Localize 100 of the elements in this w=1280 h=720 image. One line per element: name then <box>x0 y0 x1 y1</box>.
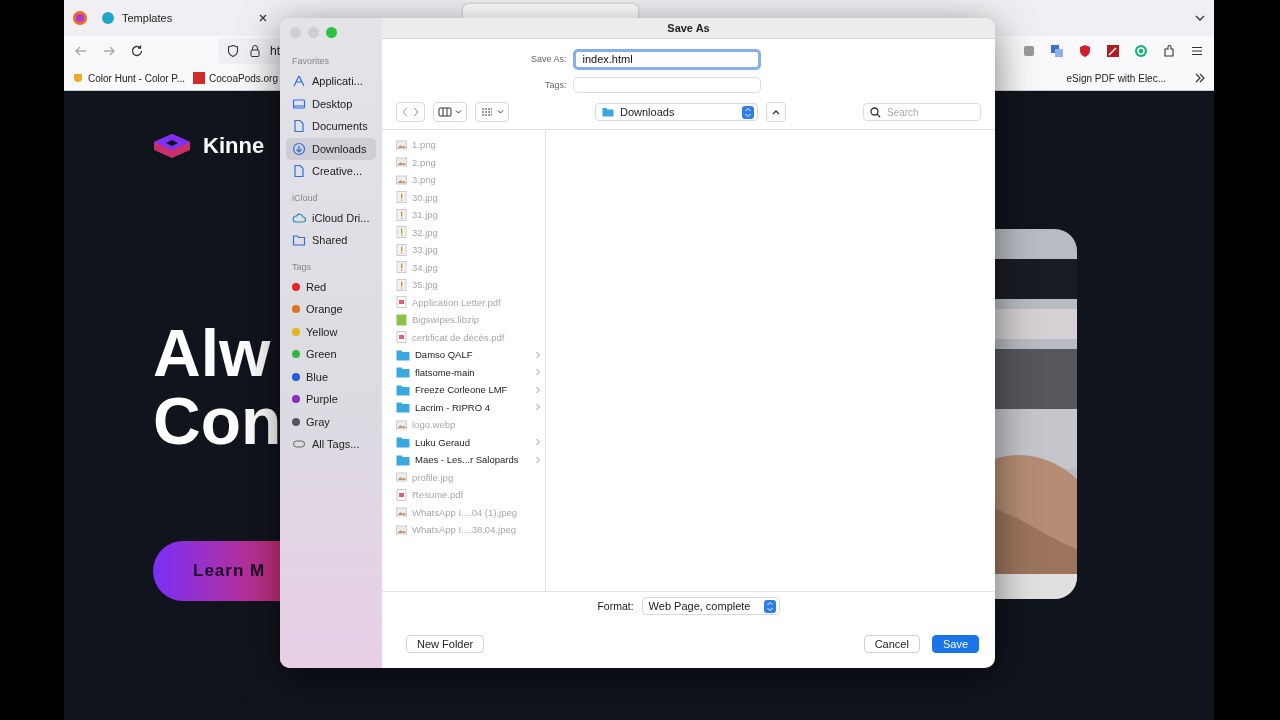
bookmark[interactable]: Color Hunt - Color P... <box>72 72 186 84</box>
download-icon <box>292 141 306 156</box>
warning-file-icon <box>396 278 407 291</box>
browser-logo-icon <box>72 10 88 26</box>
warning-file-icon <box>396 191 407 204</box>
file-row[interactable]: Freeze Corleone LMF <box>396 381 541 399</box>
dialog-button[interactable]: Save <box>931 635 979 653</box>
tags-label: Tags: <box>544 80 567 90</box>
sidebar-label: Yellow <box>306 325 338 338</box>
document-icon <box>292 164 306 179</box>
warning-file-icon <box>396 226 407 239</box>
sidebar-item[interactable]: Shared <box>286 229 376 252</box>
warning-file-icon <box>396 243 407 256</box>
dialog-title: Save As <box>382 18 995 39</box>
sidebar-label: Blue <box>306 370 329 383</box>
folder-icon <box>396 383 410 396</box>
puzzle-icon <box>1162 44 1176 58</box>
bookmark[interactable]: eSign PDF with Elec... <box>1066 72 1166 84</box>
headline: Alw <box>153 319 272 387</box>
file-row[interactable]: Damso QALF <box>396 346 541 364</box>
folder-icon <box>396 453 410 466</box>
sidebar-heading: iCloud <box>291 191 319 205</box>
folder-icon <box>396 436 410 449</box>
sidebar-item[interactable]: All Tags... <box>286 433 376 456</box>
sidebar-label: Documents <box>312 120 368 133</box>
sidebar-item[interactable]: Applicati... <box>286 70 376 93</box>
image-file-icon <box>396 173 407 186</box>
sidebar-item[interactable]: Orange <box>286 298 376 321</box>
image-file-icon <box>396 156 407 169</box>
sidebar-item[interactable]: Desktop <box>286 92 376 115</box>
bookmark[interactable]: CocoaPods.org <box>193 72 278 84</box>
format-popup[interactable]: Web Page, complete <box>641 597 780 615</box>
forward-icon <box>102 44 116 58</box>
shield-icon <box>226 44 240 58</box>
sidebar-label: Shared <box>312 234 348 247</box>
sidebar-label: Applicati... <box>312 75 363 88</box>
folder-icon <box>602 107 614 117</box>
stepper-icon <box>763 599 776 613</box>
sidebar-label: Green <box>306 348 337 361</box>
document-icon <box>292 119 306 134</box>
warning-file-icon <box>396 261 407 274</box>
apps-icon <box>292 74 306 89</box>
cube-logo-icon <box>153 133 191 159</box>
up-button[interactable] <box>766 102 786 122</box>
bookmark-icon <box>193 72 206 84</box>
file-row[interactable]: Maes - Les...r Salopards <box>396 451 541 469</box>
sidebar-item[interactable]: iCloud Dri... <box>286 206 376 229</box>
sidebar-item[interactable]: Blue <box>286 365 376 388</box>
menu-icon <box>1190 44 1204 58</box>
sidebar-label: Gray <box>306 415 330 428</box>
browser-tab[interactable]: Templates <box>94 4 276 32</box>
stepper-icon <box>742 105 754 119</box>
dialog-button[interactable]: New Folder <box>406 635 485 653</box>
pdf-file-icon <box>396 331 407 344</box>
image-file-icon <box>396 138 407 151</box>
archive-file-icon <box>396 313 407 326</box>
chevron-right-icon <box>412 107 420 117</box>
pdf-file-icon <box>396 488 407 501</box>
sidebar-label: All Tags... <box>312 438 360 451</box>
file-row[interactable]: flatsome-main <box>396 363 541 381</box>
sidebar-label: Desktop <box>312 97 353 110</box>
group-button[interactable] <box>475 102 509 122</box>
bookmark-icon <box>72 72 84 84</box>
folder-icon <box>396 366 410 379</box>
sidebar-item[interactable]: Documents <box>286 115 376 138</box>
format-label: Format: <box>597 600 634 612</box>
url-text: ht <box>270 44 280 58</box>
search-icon <box>870 106 881 118</box>
sidebar-item[interactable]: Green <box>286 343 376 366</box>
sidebar-label: Downloads <box>312 142 367 155</box>
sidebar-item[interactable]: Yellow <box>286 320 376 343</box>
image-file-icon <box>396 471 407 484</box>
grid-icon <box>480 107 494 117</box>
warning-file-icon <box>396 208 407 221</box>
sidebar-label: iCloud Dri... <box>312 211 370 224</box>
filename-field[interactable]: index.html <box>572 48 761 70</box>
sidebar-heading: Favorites <box>291 55 330 68</box>
columns-icon <box>438 107 452 117</box>
wand-icon <box>1106 44 1120 58</box>
chevrons-right-icon <box>1194 72 1206 84</box>
caret-icon <box>455 109 462 115</box>
reload-icon <box>130 44 144 58</box>
sidebar-item[interactable]: Creative... <box>286 160 376 183</box>
file-row[interactable]: Lacrim - RIPRO 4 <box>396 398 541 416</box>
tab-favicon-icon <box>102 12 114 24</box>
back-button[interactable] <box>396 102 425 122</box>
zoom-light[interactable] <box>326 27 337 38</box>
sidebar-heading: Tags <box>291 260 312 274</box>
tags-field[interactable] <box>572 77 761 93</box>
file-row[interactable]: Luku Geraud <box>396 433 541 451</box>
sidebar-item[interactable]: Purple <box>286 388 376 411</box>
sidebar-item[interactable]: Red <box>286 275 376 298</box>
sidebar-label: Purple <box>306 393 338 406</box>
folder-icon <box>396 401 410 414</box>
location-popup[interactable]: Downloads <box>595 103 758 121</box>
dialog-button[interactable]: Cancel <box>863 635 920 653</box>
view-button[interactable] <box>433 102 467 122</box>
sidebar-item[interactable]: Downloads <box>286 137 376 160</box>
sidebar-item[interactable]: Gray <box>286 410 376 433</box>
grammar-icon <box>1134 44 1148 58</box>
